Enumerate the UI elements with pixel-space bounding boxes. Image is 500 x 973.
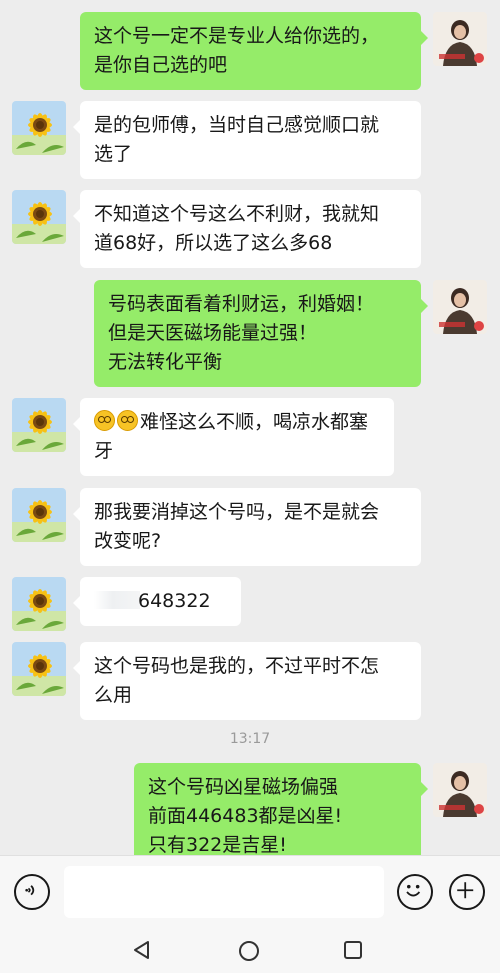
message-bubble[interactable]: 这个号码也是我的，不过平时不怎 么用 — [73, 642, 421, 720]
system-nav-bar — [0, 928, 500, 973]
avatar-self[interactable] — [433, 12, 487, 66]
message-bubble[interactable]: 号码表面看着利财运，利婚姻！ 但是天医磁场能量过强！ 无法转化平衡 — [94, 280, 428, 387]
input-bar — [0, 855, 500, 928]
message-bubble[interactable]: 那我要消掉这个号吗，是不是就会 改变呢? — [73, 488, 421, 566]
message-bubble-phone-number[interactable]: 648322 — [73, 577, 241, 626]
avatar-contact[interactable] — [12, 488, 66, 542]
avatar-contact[interactable] — [12, 190, 66, 244]
nav-home-icon[interactable] — [238, 940, 260, 962]
avatar-contact[interactable] — [12, 398, 66, 452]
dizzy-face-emoji-icon — [117, 410, 138, 431]
phone-number-text: 648322 — [138, 590, 211, 612]
timestamp: 13:17 — [229, 731, 271, 747]
avatar-contact[interactable] — [12, 577, 66, 631]
message-bubble[interactable]: 不知道这个号这么不利财，我就知 道68好，所以选了这么多68 — [73, 190, 421, 268]
plus-icon[interactable] — [449, 874, 485, 910]
emoji-icon[interactable] — [397, 874, 433, 910]
message-bubble[interactable]: 难怪这么不顺，喝凉水都塞 牙 — [73, 398, 394, 476]
voice-icon[interactable] — [14, 874, 50, 910]
nav-back-icon[interactable] — [132, 940, 152, 960]
avatar-contact[interactable] — [12, 101, 66, 155]
blurred-digits — [94, 591, 140, 609]
avatar-self[interactable] — [433, 280, 487, 334]
dizzy-face-emoji-icon — [94, 410, 115, 431]
message-input[interactable] — [64, 866, 384, 918]
avatar-self[interactable] — [433, 763, 487, 817]
message-bubble[interactable]: 这个号码凶星磁场偏强 前面446483都是凶星! 只有322是吉星! — [134, 763, 428, 855]
nav-recents-icon[interactable] — [343, 940, 363, 960]
avatar-contact[interactable] — [12, 642, 66, 696]
message-bubble[interactable]: 这个号一定不是专业人给你选的， 是你自己选的吧 — [80, 12, 428, 90]
chat-area[interactable]: 这个号一定不是专业人给你选的， 是你自己选的吧 是的包师傅，当时自己感觉顺口就 … — [0, 0, 500, 855]
message-bubble[interactable]: 是的包师傅，当时自己感觉顺口就 选了 — [73, 101, 421, 179]
